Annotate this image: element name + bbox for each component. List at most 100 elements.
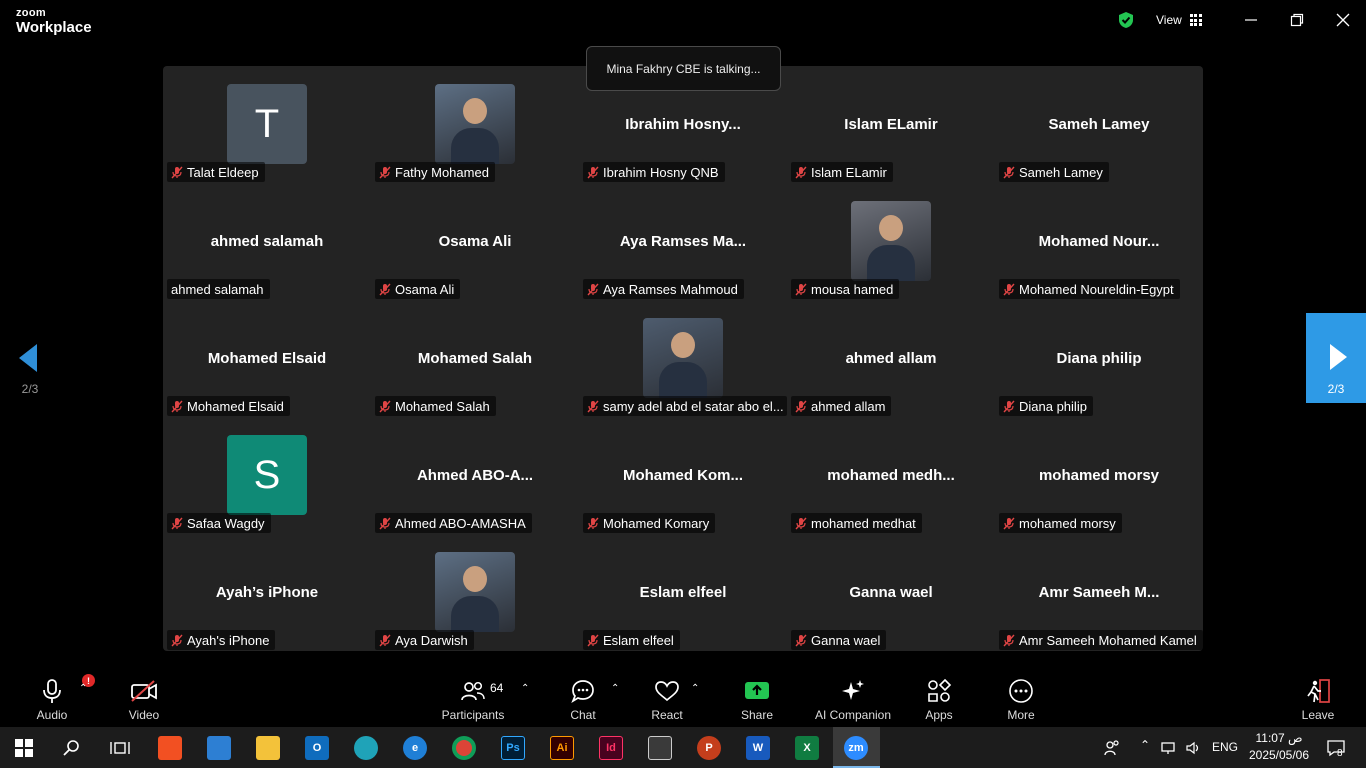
participant-name-label: ahmed allam	[791, 396, 892, 416]
microsoft-store-icon[interactable]	[154, 732, 186, 764]
notifications-count: 8	[1337, 748, 1343, 759]
participant-tile[interactable]: Mohamed Salah Mohamed Salah	[371, 300, 579, 417]
network-icon[interactable]	[1156, 732, 1180, 764]
notifications-icon[interactable]	[1320, 732, 1352, 764]
participant-tile[interactable]: Sameh Lamey Sameh Lamey	[995, 66, 1203, 183]
participant-name-text: Amr Sameeh Mohamed Kamel	[1019, 632, 1197, 648]
participant-tile[interactable]: Mohamed Elsaid Mohamed Elsaid	[163, 300, 371, 417]
control-panel-icon[interactable]	[203, 732, 235, 764]
participant-tile[interactable]: mohamed morsy mohamed morsy	[995, 417, 1203, 534]
participant-name-label: mohamed morsy	[999, 513, 1122, 533]
participant-tile[interactable]: ahmed allam ahmed allam	[787, 300, 995, 417]
participants-label: Participants	[441, 708, 505, 722]
participant-tile[interactable]: S Safaa Wagdy	[163, 417, 371, 534]
video-button[interactable]: Video	[122, 669, 166, 727]
participant-display-name: Osama Ali	[438, 233, 512, 250]
ai-companion-button[interactable]: AI Companion	[810, 669, 896, 727]
edge-icon[interactable]	[350, 732, 382, 764]
previous-page-button[interactable]: 2/3	[0, 315, 60, 402]
participant-name-text: Safaa Wagdy	[187, 515, 265, 531]
participant-tile[interactable]: Fathy Mohamed	[371, 66, 579, 183]
person-body-shape	[659, 362, 707, 398]
language-indicator[interactable]: ENG	[1212, 740, 1238, 754]
react-caret-icon[interactable]: ⌃	[691, 683, 699, 694]
apps-icon	[928, 678, 952, 702]
participant-name-text: Eslam elfeel	[603, 632, 674, 648]
excel-icon[interactable]: X	[791, 732, 823, 764]
indesign-icon[interactable]: Id	[595, 732, 627, 764]
react-button[interactable]: React	[645, 669, 689, 727]
participant-name-label: Ganna wael	[791, 630, 887, 650]
close-icon[interactable]	[1335, 12, 1351, 28]
participant-tile[interactable]: mousa hamed	[787, 183, 995, 300]
windows-start-icon[interactable]	[8, 732, 40, 764]
outlook-icon[interactable]: O	[301, 732, 333, 764]
clock-time[interactable]: 11:07 ص	[1248, 731, 1310, 745]
participant-tile[interactable]: Amr Sameeh M... Amr Sameeh Mohamed Kamel	[995, 534, 1203, 651]
photoshop-icon[interactable]: Ps	[497, 732, 529, 764]
audio-options-caret-icon[interactable]: ⌃	[79, 683, 87, 694]
clock-date[interactable]: 2025/05/06	[1248, 748, 1310, 762]
chrome-icon[interactable]	[448, 732, 480, 764]
participant-tile[interactable]: Eslam elfeel Eslam elfeel	[579, 534, 787, 651]
task-view-icon[interactable]	[104, 732, 136, 764]
participant-tile[interactable]: T Talat Eldeep	[163, 66, 371, 183]
participant-tile[interactable]: mohamed medh... mohamed medhat	[787, 417, 995, 534]
participant-display-name: Ganna wael	[849, 584, 933, 601]
apps-button[interactable]: Apps	[917, 669, 961, 727]
participants-caret-icon[interactable]: ⌃	[521, 683, 529, 694]
chat-button[interactable]: Chat	[562, 669, 604, 727]
more-button[interactable]: More	[999, 669, 1043, 727]
participant-name-text: Aya Darwish	[395, 632, 468, 648]
participant-display-name: Eslam elfeel	[639, 584, 727, 601]
participant-tile[interactable]: Mohamed Kom... Mohamed Komary	[579, 417, 787, 534]
share-screen-icon	[745, 682, 769, 699]
participant-display-name: Mohamed Nour...	[1038, 233, 1160, 250]
leave-button[interactable]: Leave	[1296, 669, 1340, 727]
participant-tile[interactable]: Osama Ali Osama Ali	[371, 183, 579, 300]
participant-name-label: Mohamed Salah	[375, 396, 496, 416]
security-shield-icon[interactable]	[1117, 11, 1135, 29]
participant-display-name: ahmed allam	[845, 350, 937, 367]
audio-button[interactable]: Audio !	[30, 669, 95, 727]
illustrator-icon[interactable]: Ai	[546, 732, 578, 764]
participant-tile[interactable]: Mohamed Nour... Mohamed Noureldin-Egypt	[995, 183, 1203, 300]
person-silhouette-icon	[879, 215, 903, 241]
participant-display-name: Aya Ramses Ma...	[619, 233, 747, 250]
file-explorer-icon[interactable]	[252, 732, 284, 764]
powerpoint-icon[interactable]: P	[693, 732, 725, 764]
participant-tile[interactable]: Aya Ramses Ma... Aya Ramses Mahmoud	[579, 183, 787, 300]
minimize-icon[interactable]	[1243, 12, 1259, 28]
participant-name-text: Ganna wael	[811, 632, 881, 648]
next-page-button[interactable]: 2/3	[1306, 313, 1366, 403]
view-button[interactable]: View	[1156, 11, 1202, 29]
internet-explorer-icon[interactable]: e	[399, 732, 431, 764]
participant-name-text: Mohamed Noureldin-Egypt	[1019, 281, 1174, 297]
tray-chevron-icon[interactable]: ⌃	[1140, 738, 1150, 752]
participant-tile[interactable]: ahmed salamah ahmed salamah	[163, 183, 371, 300]
participants-button[interactable]: Participants	[436, 669, 510, 727]
zoom-app-icon[interactable]: zm	[840, 732, 872, 764]
participant-tile[interactable]: Ayah’s iPhone Ayah's iPhone	[163, 534, 371, 651]
participant-tile[interactable]: Ahmed ABO-A... Ahmed ABO-AMASHA	[371, 417, 579, 534]
participant-tile[interactable]: Ganna wael Ganna wael	[787, 534, 995, 651]
restore-icon[interactable]	[1289, 12, 1305, 28]
word-icon[interactable]: W	[742, 732, 774, 764]
participant-tile[interactable]: Islam ELamir Islam ELamir	[787, 66, 995, 183]
participant-name-label: Amr Sameeh Mohamed Kamel	[999, 630, 1203, 650]
participant-name-text: Mohamed Komary	[603, 515, 710, 531]
participant-tile[interactable]: samy adel abd el satar abo el...	[579, 300, 787, 417]
volume-icon[interactable]	[1181, 732, 1205, 764]
share-button[interactable]: Share	[735, 669, 779, 727]
muted-microphone-icon	[795, 400, 807, 412]
search-icon[interactable]	[56, 732, 88, 764]
muted-microphone-icon	[587, 400, 599, 412]
people-icon[interactable]	[1096, 732, 1128, 764]
participant-name-label: Talat Eldeep	[167, 162, 265, 182]
leave-icon	[1307, 679, 1330, 703]
participant-tile[interactable]: Aya Darwish	[371, 534, 579, 651]
participant-tile[interactable]: Diana philip Diana philip	[995, 300, 1203, 417]
calculator-icon[interactable]	[644, 732, 676, 764]
participant-name-label: Fathy Mohamed	[375, 162, 495, 182]
chat-caret-icon[interactable]: ⌃	[611, 683, 619, 694]
